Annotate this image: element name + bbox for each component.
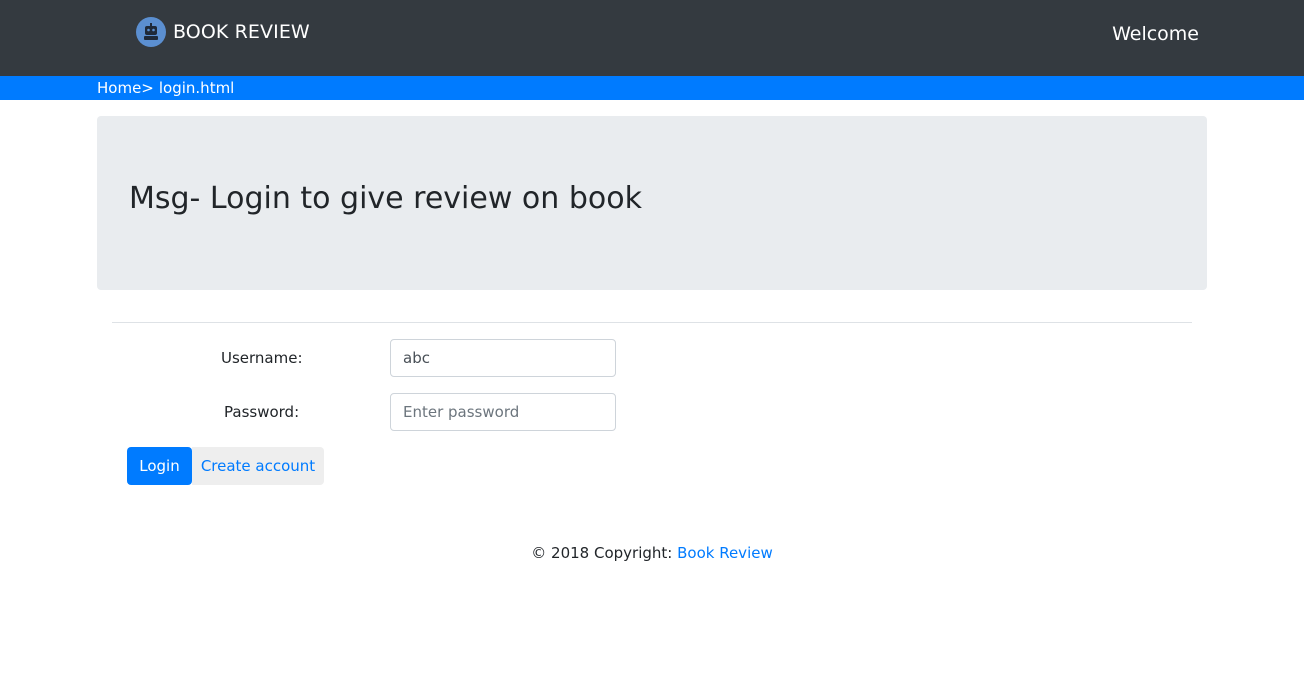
welcome-link[interactable]: Welcome [1112,23,1199,45]
breadcrumb: Home> login.html [97,79,234,97]
robot-logo-icon [136,17,166,47]
footer-link[interactable]: Book Review [677,544,773,562]
password-label: Password: [224,403,300,421]
top-navbar: BOOK REVIEW Welcome [0,0,1304,76]
message-banner: Msg- Login to give review on book [97,116,1207,290]
password-input[interactable] [390,393,616,431]
divider [112,322,1192,323]
brand-title: BOOK REVIEW [173,21,310,43]
breadcrumb-home-link[interactable]: Home> [97,79,154,97]
footer-copyright: © 2018 Copyright: [531,544,673,562]
username-input[interactable] [390,339,616,377]
brand-link[interactable]: BOOK REVIEW [136,16,310,48]
breadcrumb-current: login.html [158,79,235,97]
footer: © 2018 Copyright: Book Review [0,544,1304,562]
username-label: Username: [221,349,303,367]
breadcrumb-bar: Home> login.html [0,76,1304,100]
message-heading: Msg- Login to give review on book [129,181,642,216]
login-button[interactable]: Login [127,447,192,485]
create-account-button[interactable]: Create account [192,447,324,485]
